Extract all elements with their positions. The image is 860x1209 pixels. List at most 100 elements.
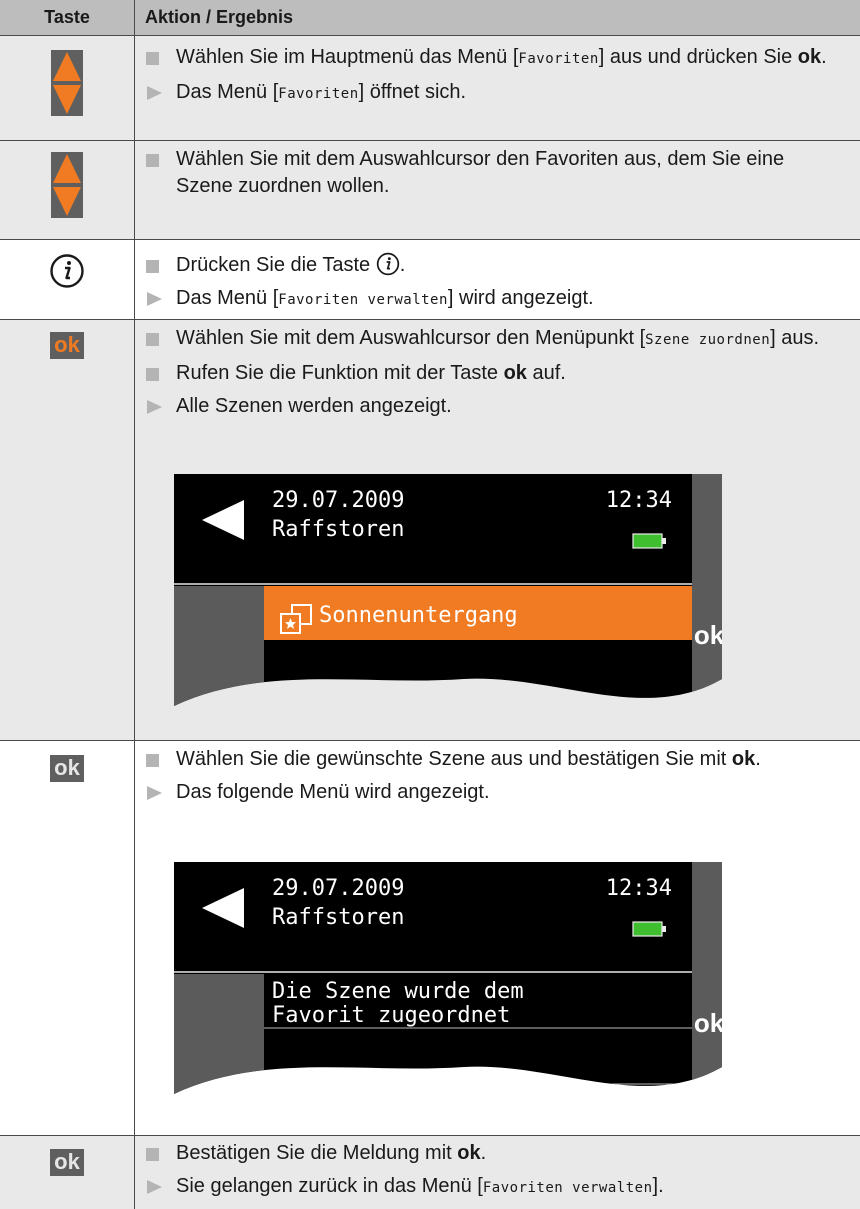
key-cell [0,253,134,289]
screen-device: Raffstoren [272,517,404,542]
action-item: Rufen Sie die Funktion mit der Taste ok … [146,360,840,387]
screen-message-line1: Die Szene wurde dem [272,979,524,1004]
result-item: Alle Szenen werden angezeigt. [146,393,840,420]
result-item: Sie gelangen zurück in das Menü [Favorit… [146,1173,840,1202]
arrow-up-down-icon [51,152,83,218]
text: . [480,1142,487,1164]
arrow-up-down-icon [51,50,83,116]
ok-keyword: ok [797,46,822,68]
screen-side-right [692,862,722,1094]
ok-key-grey: ok [50,1149,84,1176]
text: Wählen Sie die gewünschte Szene aus und … [176,748,732,770]
text: Das Menü [ [176,287,279,309]
column-divider [134,0,135,1209]
result-bullet [147,786,162,800]
text: Wählen Sie mit dem Auswahlcursor den Fav… [176,148,785,197]
text: Bestätigen Sie die Meldung mit [176,1142,458,1164]
ok-keyword: ok [457,1142,481,1164]
screen-time: 12:34 [606,488,672,513]
row-divider [0,140,860,141]
text: auf. [526,362,566,384]
result-bullet [147,86,162,100]
screen-ok-label: ok [694,1008,722,1038]
text: ] wird angezeigt. [447,287,594,309]
table-row: Drücken Sie die Taste . Das Menü [Favori… [0,240,860,319]
action-bullet [146,754,159,767]
text: Wählen Sie im Hauptmenü das Menü [ [176,46,519,68]
battery-icon [632,921,663,937]
device-screen-confirmation: 29.07.2009 12:34 Raffstoren Die Szene wu… [174,862,722,1094]
screen-scene-name: Sonnenuntergang [319,603,518,628]
text: ]. [652,1175,664,1197]
key-cell: ok [0,755,134,782]
row-divider [0,1135,860,1136]
screen-side-right [692,474,722,706]
screen-device: Raffstoren [272,905,404,930]
header-aktion: Aktion / Ergebnis [145,7,294,27]
action-bullet [146,154,159,167]
key-cell [0,152,134,218]
menu-name: Favoriten [518,51,599,67]
text: ] aus. [770,327,820,349]
screen-side-left [174,974,264,1094]
result-item: Das Menü [Favoriten] öffnet sich. [146,79,840,108]
action-bullet [146,368,159,381]
header-taste: Taste [44,7,90,27]
info-icon [50,254,84,288]
text: Das folgende Menü wird angezeigt. [176,781,490,803]
text: ] öffnet sich. [358,81,467,103]
table-row: Wählen Sie mit dem Auswahlcursor den Fav… [0,141,860,239]
text: Drücken Sie die Taste [176,254,376,276]
table-row: Wählen Sie im Hauptmenü das Menü [Favori… [0,36,860,140]
text: . [821,46,827,68]
text: . [755,748,761,770]
menu-name: Favoriten [278,86,359,102]
result-item: Das folgende Menü wird angezeigt. [146,779,840,806]
text: Sie gelangen zurück in das Menü [ [176,1175,483,1197]
text: . [399,254,406,276]
screen-side-left [174,586,264,706]
action-list: Bestätigen Sie die Meldung mit ok. Sie g… [146,1140,840,1208]
action-item: Wählen Sie mit dem Auswahlcursor den Fav… [146,146,840,200]
table-row: ok Wählen Sie die gewünschte Szene aus u… [0,741,860,1135]
action-bullet [146,333,159,346]
text: Rufen Sie die Funktion mit der Taste [176,362,504,384]
row-divider [0,319,860,320]
menu-name: Favoriten verwalten [482,1180,653,1196]
result-bullet [147,292,162,306]
key-cell [0,50,134,116]
text: Das Menü [ [176,81,279,103]
device-screen-scene-list: 29.07.2009 12:34 Raffstoren Sonnenunterg… [174,474,722,706]
table-row: ok Bestätigen Sie die Meldung mit ok. Si… [0,1136,860,1209]
action-bullet [146,52,159,65]
battery-icon [632,533,663,549]
action-list: Wählen Sie mit dem Auswahlcursor den Fav… [146,146,840,206]
row-divider [0,239,860,240]
screen-time: 12:34 [606,876,672,901]
table-header: Taste Aktion / Ergebnis [0,0,860,35]
result-item: Das Menü [Favoriten verwalten] wird ange… [146,285,840,314]
result-bullet [147,400,162,414]
action-list: Drücken Sie die Taste . Das Menü [Favori… [146,252,840,320]
key-cell: ok [0,1149,134,1176]
text: ] aus und drücken Sie [598,46,798,68]
action-list: Wählen Sie im Hauptmenü das Menü [Favori… [146,44,840,114]
text: Alle Szenen werden angezeigt. [176,395,452,417]
ok-key-orange: ok [50,332,84,359]
screen-date: 29.07.2009 [272,876,404,901]
menu-name: Szene zuordnen [645,332,771,348]
action-item: Wählen Sie die gewünschte Szene aus und … [146,746,840,773]
ok-keyword: ok [503,362,527,384]
action-item: Drücken Sie die Taste . [146,252,840,279]
text: Wählen Sie mit dem Auswahlcursor den Men… [176,327,646,349]
action-list: Wählen Sie die gewünschte Szene aus und … [146,746,840,812]
ok-key-grey: ok [50,755,84,782]
instruction-table: Taste Aktion / Ergebnis Wählen Sie im Ha… [0,0,860,1209]
screen-message-line2: Favorit zugeordnet [272,1003,510,1028]
result-bullet [147,1180,162,1194]
action-bullet [146,260,159,273]
screen-date: 29.07.2009 [272,488,404,513]
action-item: Wählen Sie mit dem Auswahlcursor den Men… [146,325,840,354]
row-divider [0,740,860,741]
action-item: Wählen Sie im Hauptmenü das Menü [Favori… [146,44,840,73]
